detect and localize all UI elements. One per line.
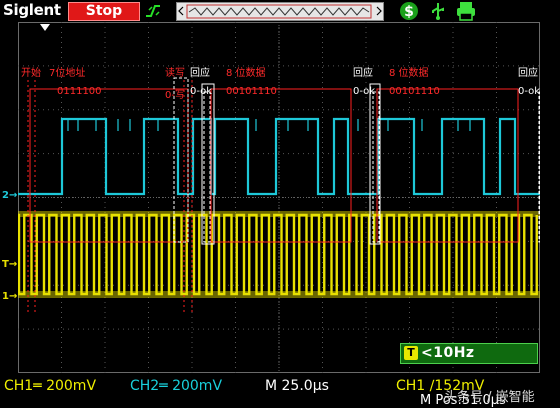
ch2-marker-label: 2 (2, 190, 9, 201)
brand-label: Siglent (3, 1, 61, 19)
svg-text:$: $ (404, 4, 414, 20)
timebase-scale[interactable]: M 25.0μs (265, 378, 329, 394)
trigger-position-icon (40, 24, 50, 31)
trigger-marker[interactable]: T→ (2, 259, 17, 270)
ch2-marker[interactable]: 2→ (2, 190, 17, 201)
trigger-slope-icon[interactable] (144, 2, 162, 20)
start-label: 开始 (21, 68, 41, 79)
trigger-counter-icon: T (404, 346, 418, 360)
dollar-icon: $ (400, 2, 418, 20)
ack3-value: 0-ok (518, 86, 541, 97)
watermark: 头条号 / 嵌智能 (444, 390, 535, 405)
ack2-value: 0-ok (353, 86, 376, 97)
data2-label: 8 位数据 (389, 68, 429, 79)
ch1-marker[interactable]: 1→ (2, 291, 17, 302)
ack3-label: 回应 (518, 68, 538, 79)
waveform-display[interactable] (18, 22, 540, 373)
frequency-readout[interactable]: T <10Hz (400, 343, 538, 364)
usb-icon (432, 3, 444, 20)
ch1-marker-label: 1 (2, 291, 9, 302)
run-stop-button[interactable]: Stop (68, 2, 140, 21)
address-bits: 0111100 (57, 86, 102, 97)
ack1-label: 回应 (190, 68, 210, 79)
print-icon (457, 2, 475, 21)
trigger-marker-label: T (2, 259, 9, 270)
ch2-scale[interactable]: CH2═ 200mV (130, 378, 222, 394)
memory-position-bar[interactable] (176, 2, 384, 21)
rw-value: 0-写 (165, 90, 185, 101)
data1-bits: 00101110 (226, 86, 277, 97)
ack1-value: 0-ok (190, 86, 213, 97)
ch1-scale[interactable]: CH1═ 200mV (4, 378, 96, 394)
data2-bits: 00101110 (389, 86, 440, 97)
frequency-value: <10Hz (421, 345, 475, 361)
rw-label: 读写 (165, 68, 185, 79)
address-label: 7位地址 (49, 68, 86, 79)
data1-label: 8 位数据 (226, 68, 266, 79)
ack2-label: 回应 (353, 68, 373, 79)
top-toolbar: Siglent Stop $ (0, 0, 560, 22)
